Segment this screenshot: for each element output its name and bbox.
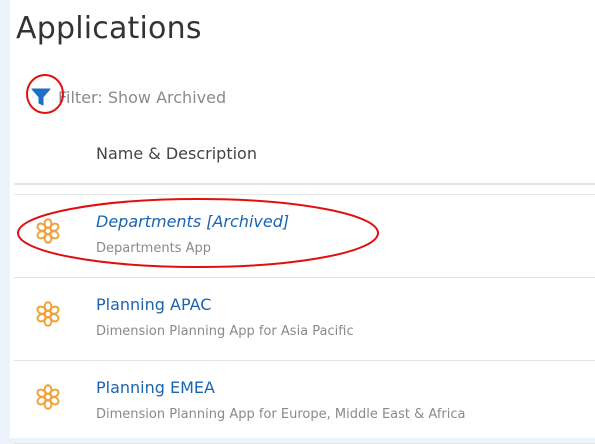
list-item-planning-apac[interactable]: Planning APAC Dimension Planning App for… (14, 278, 595, 361)
filter-icon[interactable] (28, 84, 54, 110)
page-title: Applications (16, 11, 202, 46)
application-flower-icon (34, 383, 62, 411)
header-divider (14, 183, 595, 185)
page-background: Applications Filter: Show Archived Name … (0, 0, 595, 444)
list-item-departments[interactable]: Departments [Archived] Departments App (14, 195, 595, 278)
applications-list: Departments [Archived] Departments App P… (14, 195, 595, 444)
list-item-planning-emea[interactable]: Planning EMEA Dimension Planning App for… (14, 361, 595, 444)
column-header-name-description[interactable]: Name & Description (96, 144, 257, 163)
filter-row[interactable]: Filter: Show Archived (28, 82, 226, 112)
application-description: Dimension Planning App for Europe, Middl… (96, 407, 466, 422)
application-flower-icon (34, 217, 62, 245)
application-description: Dimension Planning App for Asia Pacific (96, 324, 354, 339)
application-name-link[interactable]: Planning EMEA (96, 378, 215, 397)
application-description: Departments App (96, 241, 211, 256)
application-name-link[interactable]: Planning APAC (96, 295, 211, 314)
application-flower-icon (34, 300, 62, 328)
filter-label[interactable]: Filter: Show Archived (58, 88, 226, 107)
application-name-link[interactable]: Departments [Archived] (96, 212, 289, 231)
